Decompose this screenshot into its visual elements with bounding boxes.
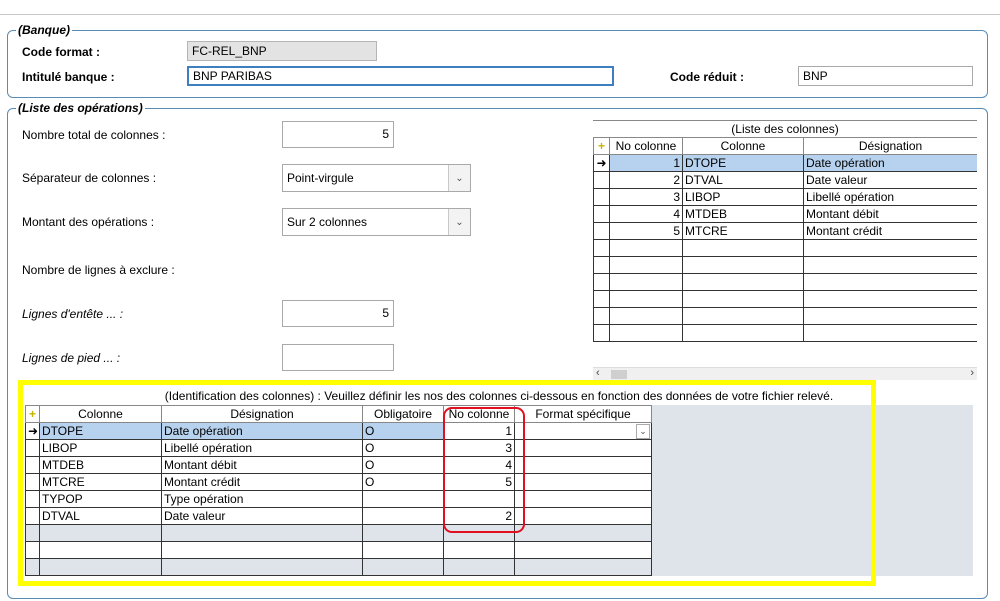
lignes-entete-input[interactable]: 5 — [282, 300, 394, 327]
cell-no[interactable]: 2 — [609, 171, 683, 189]
code-format-label: Code format : — [22, 45, 100, 59]
lignes-entete-label: Lignes d'entête ... : — [22, 307, 124, 321]
separateur-select[interactable]: Point-virgule ⌄ — [282, 164, 471, 192]
cell-colonne[interactable]: MTCRE — [682, 222, 804, 240]
cell-no[interactable]: 1 — [609, 154, 683, 172]
cell-designation[interactable]: Libellé opération — [803, 188, 977, 206]
empty-row[interactable] — [593, 290, 977, 308]
add-row-button[interactable]: + — [593, 137, 610, 155]
plus-icon[interactable]: + — [598, 139, 605, 153]
code-reduit-input[interactable]: BNP — [798, 66, 973, 86]
scroll-left-icon[interactable]: ‹ — [596, 367, 600, 379]
montant-label: Montant des opérations : — [22, 215, 155, 229]
operations-legend: (Liste des opérations) — [16, 101, 145, 115]
intitule-banque-label: Intitulé banque : — [22, 70, 115, 84]
cell-colonne[interactable]: MTDEB — [682, 205, 804, 223]
table-row[interactable]: 2 DTVAL Date valeur — [593, 171, 977, 189]
cell-colonne[interactable]: LIBOP — [682, 188, 804, 206]
header-no-colonne[interactable]: No colonne — [609, 137, 683, 155]
horizontal-scrollbar[interactable]: ‹ › — [593, 367, 977, 380]
cell-colonne[interactable]: DTVAL — [682, 171, 804, 189]
empty-row[interactable] — [593, 273, 977, 291]
table-row[interactable]: ➜ 1 DTOPE Date opération — [593, 154, 977, 172]
separateur-value: Point-virgule — [287, 171, 354, 185]
empty-row[interactable] — [593, 256, 977, 274]
cell-no[interactable]: 3 — [609, 188, 683, 206]
cell-no[interactable]: 4 — [609, 205, 683, 223]
banque-legend: (Banque) — [16, 23, 72, 37]
cell-designation[interactable]: Montant crédit — [803, 222, 977, 240]
cell-designation[interactable]: Date opération — [803, 154, 977, 172]
code-reduit-label: Code réduit : — [670, 70, 744, 84]
empty-row[interactable] — [593, 239, 977, 257]
header-designation[interactable]: Désignation — [803, 137, 977, 155]
chevron-down-icon[interactable]: ⌄ — [448, 165, 470, 191]
table-row[interactable]: 3 LIBOP Libellé opération — [593, 188, 977, 206]
cell-colonne[interactable]: DTOPE — [682, 154, 804, 172]
nb-colonnes-input[interactable]: 5 — [282, 121, 394, 148]
nb-colonnes-label: Nombre total de colonnes : — [22, 128, 166, 142]
cell-designation[interactable]: Montant débit — [803, 205, 977, 223]
empty-row[interactable] — [593, 324, 977, 342]
lignes-pied-label: Lignes de pied ... : — [22, 351, 121, 365]
current-row-arrow-icon: ➜ — [593, 154, 610, 172]
cell-no[interactable]: 5 — [609, 222, 683, 240]
table-row[interactable]: 4 MTDEB Montant débit — [593, 205, 977, 223]
header-colonne[interactable]: Colonne — [682, 137, 804, 155]
chevron-down-icon[interactable]: ⌄ — [448, 209, 470, 235]
code-format-field: FC-REL_BNP — [187, 41, 377, 61]
banque-group — [7, 30, 988, 98]
montant-select[interactable]: Sur 2 colonnes ⌄ — [282, 208, 471, 236]
liste-colonnes-grid[interactable]: (Liste des colonnes) + No colonne Colonn… — [593, 120, 977, 380]
cell-designation[interactable]: Date valeur — [803, 171, 977, 189]
liste-colonnes-title: (Liste des colonnes) — [593, 120, 977, 138]
table-row[interactable]: 5 MTCRE Montant crédit — [593, 222, 977, 240]
nb-lignes-exclure-label: Nombre de lignes à exclure : — [22, 263, 175, 277]
empty-row[interactable] — [593, 307, 977, 325]
separateur-label: Séparateur de colonnes : — [22, 171, 157, 185]
scroll-right-icon[interactable]: › — [970, 367, 974, 379]
scroll-thumb[interactable] — [611, 370, 627, 379]
lignes-pied-input[interactable] — [282, 344, 394, 371]
liste-colonnes-table: + No colonne Colonne Désignation ➜ 1 DTO… — [593, 137, 977, 342]
red-highlight-box — [443, 407, 525, 533]
intitule-banque-input[interactable]: BNP PARIBAS — [187, 66, 614, 86]
montant-value: Sur 2 colonnes — [287, 215, 368, 229]
top-divider — [0, 14, 1000, 15]
